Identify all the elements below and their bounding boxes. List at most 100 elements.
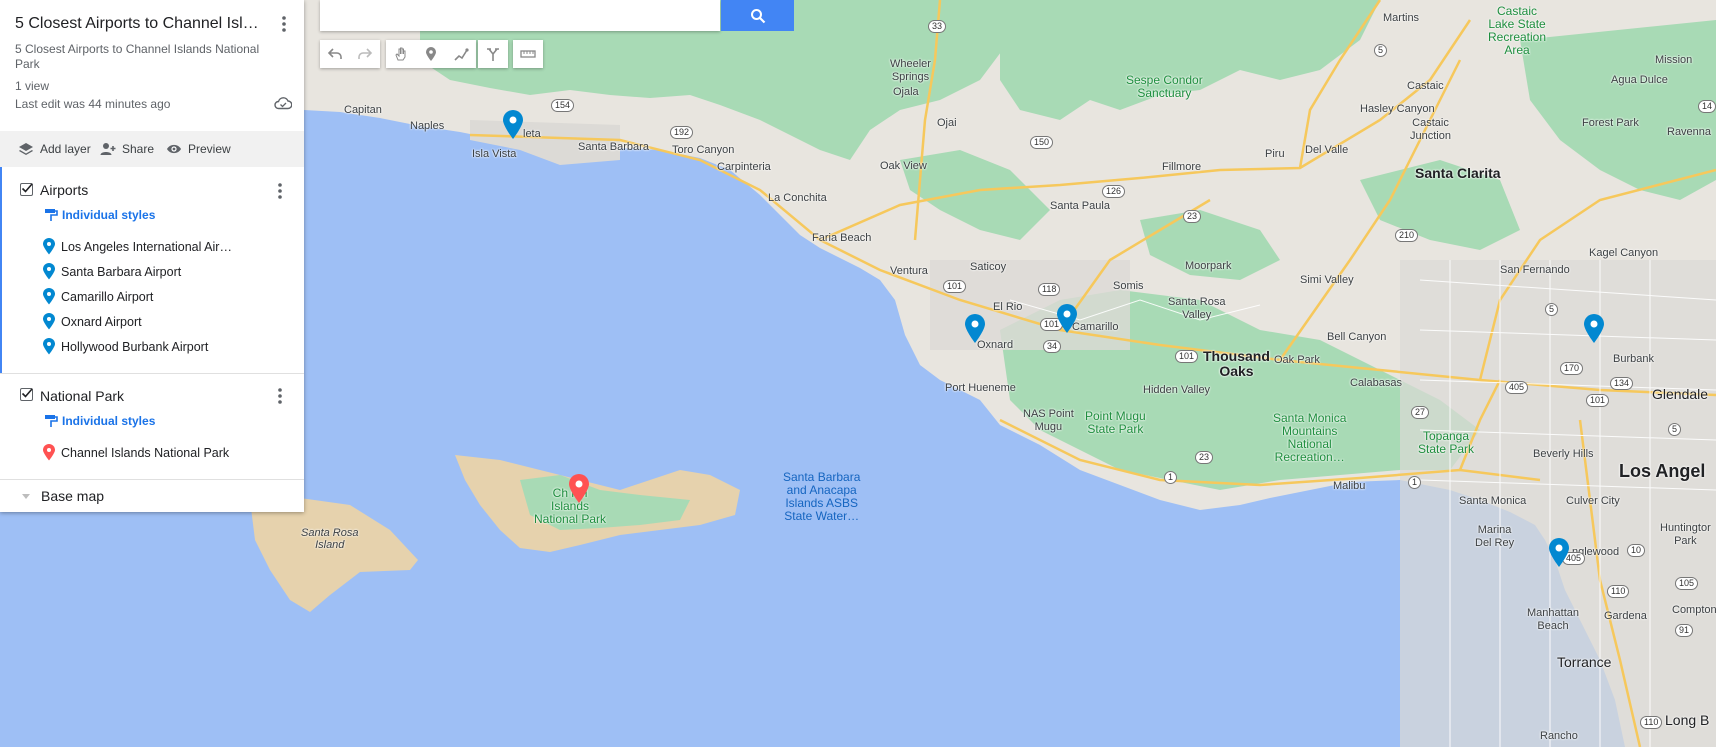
park-label: Santa Monica Mountains National Recreati… xyxy=(1273,411,1347,464)
highway-shield: 118 xyxy=(1038,283,1061,296)
place-label: Ojala xyxy=(893,86,919,98)
cloud-saved-icon xyxy=(274,97,292,110)
map-description[interactable]: 5 Closest Airports to Channel Islands Na… xyxy=(15,42,265,72)
place-label: Santa Monica xyxy=(1459,495,1527,507)
individual-styles-link[interactable]: Individual styles xyxy=(44,208,155,222)
place-label: Hidden Valley xyxy=(1143,384,1211,396)
place-label: Oak View xyxy=(880,160,927,172)
place-label: Santa Barbara xyxy=(578,141,649,153)
map-pin-camarillo-airport[interactable] xyxy=(1056,304,1078,334)
pan-tool[interactable] xyxy=(386,40,416,68)
preview-label: Preview xyxy=(188,142,231,156)
place-label: leta xyxy=(523,128,541,140)
highway-shield: 134 xyxy=(1610,377,1634,390)
share-button[interactable]: Share xyxy=(100,131,154,167)
map-options-button[interactable] xyxy=(272,12,296,36)
feature-item[interactable]: Santa Barbara Airport xyxy=(42,263,242,280)
redo-button[interactable] xyxy=(350,40,380,68)
preview-button[interactable]: Preview xyxy=(166,131,231,167)
place-label: Port Hueneme xyxy=(945,382,1016,394)
map-pin-channel-islands-national-park[interactable] xyxy=(568,474,590,504)
more-vert-icon xyxy=(282,16,286,32)
map-pin-icon xyxy=(43,338,55,355)
place-label: Piru xyxy=(1265,148,1285,160)
layer-visibility-checkbox[interactable] xyxy=(20,388,33,401)
measure-tool-group xyxy=(513,40,543,68)
place-label: Calabasas xyxy=(1350,377,1402,389)
base-map-section[interactable]: Base map xyxy=(0,480,304,512)
highway-shield: 14 xyxy=(1698,100,1716,113)
place-label: Kagel Canyon xyxy=(1589,247,1659,259)
place-label: Santa Paula xyxy=(1050,200,1110,212)
map-title[interactable]: 5 Closest Airports to Channel Isla… xyxy=(15,15,267,33)
highway-shield: 101 xyxy=(1586,394,1610,407)
place-label: Los Angel xyxy=(1619,461,1706,481)
person-add-icon xyxy=(100,143,116,155)
place-label: Oak Park xyxy=(1274,354,1320,366)
highway-shield: 1 xyxy=(1408,476,1422,489)
highway-shield: 405 xyxy=(1505,381,1529,394)
highway-shield: 33 xyxy=(928,20,947,33)
place-label: Malibu xyxy=(1333,480,1366,492)
view-count: 1 view xyxy=(15,79,50,93)
map-pin-icon xyxy=(43,238,55,255)
feature-item[interactable]: Los Angeles International Air… xyxy=(42,238,242,255)
park-label: Topanga State Park xyxy=(1418,429,1475,456)
add-marker-tool[interactable] xyxy=(416,40,446,68)
highway-shield: 5 xyxy=(1668,423,1682,436)
marker-icon xyxy=(426,47,436,61)
place-label: Marina Del Rey xyxy=(1475,524,1515,549)
individual-styles-link[interactable]: Individual styles xyxy=(44,414,155,428)
place-label: Del Valle xyxy=(1305,144,1349,156)
layer-visibility-checkbox[interactable] xyxy=(20,183,33,196)
draw-line-tool[interactable] xyxy=(446,40,476,68)
map-pin-oxnard-airport[interactable] xyxy=(964,314,986,344)
map-pin-santa-barbara-airport[interactable] xyxy=(502,110,524,140)
search-button[interactable] xyxy=(721,0,794,31)
place-label: Forest Park xyxy=(1582,117,1639,129)
map-pin-icon xyxy=(43,288,55,305)
search-input[interactable] xyxy=(320,0,720,31)
map-pin-icon xyxy=(43,263,55,280)
feature-label: Hollywood Burbank Airport xyxy=(61,339,209,354)
place-label: Rancho xyxy=(1540,730,1578,742)
place-label: Simi Valley xyxy=(1300,274,1354,286)
place-label: Isla Vista xyxy=(472,148,517,160)
add-directions-tool[interactable] xyxy=(478,40,508,68)
layer-options-button[interactable] xyxy=(268,179,292,203)
measure-tool[interactable] xyxy=(513,40,543,68)
feature-item[interactable]: Channel Islands National Park xyxy=(42,444,242,461)
feature-item[interactable]: Camarillo Airport xyxy=(42,288,242,305)
highway-shield: 23 xyxy=(1183,210,1202,223)
map-pin-los-angeles-international-airport[interactable] xyxy=(1548,538,1570,568)
place-label: Naples xyxy=(410,120,445,132)
place-label: Santa Rosa Valley xyxy=(1168,296,1226,321)
place-label: Beverly Hills xyxy=(1533,448,1594,460)
layer-title[interactable]: National Park xyxy=(40,388,124,404)
undo-button[interactable] xyxy=(320,40,350,68)
place-label: Wheeler Springs xyxy=(890,58,931,83)
place-label: Thousand Oaks xyxy=(1203,348,1270,379)
place-label: San Fernando xyxy=(1500,264,1570,276)
map-pin-hollywood-burbank-airport[interactable] xyxy=(1583,314,1605,344)
feature-item[interactable]: Hollywood Burbank Airport xyxy=(42,338,242,355)
feature-item[interactable]: Oxnard Airport xyxy=(42,313,242,330)
place-label: Ojai xyxy=(937,117,957,129)
map-pin-icon xyxy=(43,313,55,330)
highway-shield: 150 xyxy=(1030,136,1054,149)
share-label: Share xyxy=(122,142,155,156)
draw-line-icon xyxy=(454,48,469,61)
last-edit-status: Last edit was 44 minutes ago xyxy=(15,97,171,111)
place-label: Burbank xyxy=(1613,353,1654,365)
place-label: Toro Canyon xyxy=(672,144,735,156)
layer-title[interactable]: Airports xyxy=(40,182,88,198)
base-map-label: Base map xyxy=(41,488,105,504)
place-label: Hasley Canyon xyxy=(1360,103,1435,115)
individual-styles-label: Individual styles xyxy=(62,414,156,428)
add-layer-button[interactable]: Add layer xyxy=(18,131,91,167)
highway-shield: 105 xyxy=(1675,577,1699,590)
layer-options-button[interactable] xyxy=(268,384,292,408)
highway-shield: 210 xyxy=(1395,229,1419,242)
place-label: La Conchita xyxy=(768,192,827,204)
layers-icon xyxy=(19,143,33,155)
